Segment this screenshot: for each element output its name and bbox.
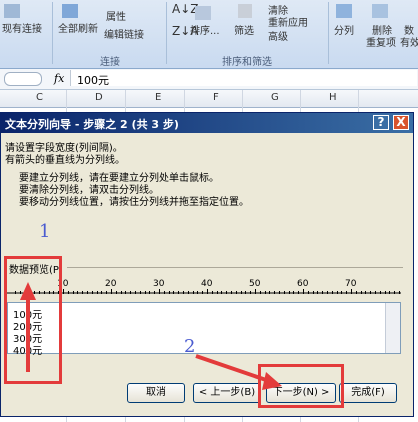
annotation-label: 2	[184, 336, 196, 357]
annotation-arrows	[20, 282, 282, 390]
